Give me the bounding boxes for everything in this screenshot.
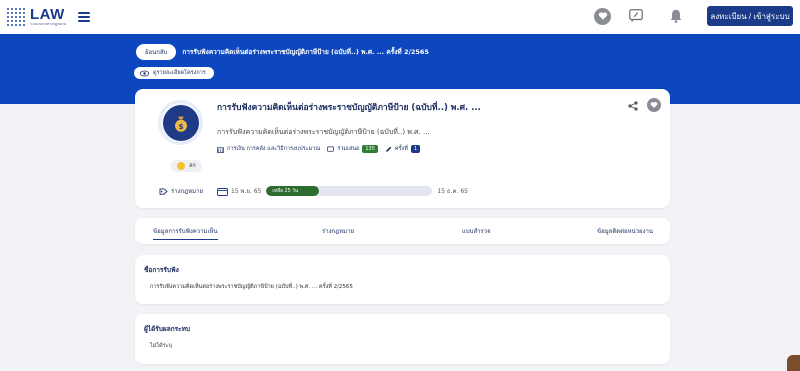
round-number-badge: 1 — [410, 145, 421, 153]
logo-text: LAW — [30, 6, 65, 24]
project-detail-button[interactable]: ดูรายละเอียดโครงการ — [134, 67, 214, 79]
round-item: ครั้งที่ 1 — [385, 145, 421, 153]
breadcrumb-title: การรับฟังความคิดเห็นต่อร่างพระราชบัญญัติ… — [182, 48, 429, 56]
site-logo[interactable]: LAW ระบบกลางทางกฎหมาย — [6, 7, 66, 27]
hearing-name-value: การรับฟังความคิดเห็นต่อร่างพระราชบัญญัติ… — [150, 284, 353, 290]
chat-avatar-icon[interactable] — [787, 355, 800, 371]
project-description: การรับฟังความคิดเห็นต่อร่างพระราชบัญญัติ… — [217, 128, 430, 136]
tag-icon — [159, 187, 168, 195]
draft-law-link[interactable]: ร่างกฎหมาย — [159, 186, 203, 196]
smile-icon — [177, 162, 185, 170]
eye-icon — [140, 70, 149, 76]
comments-item: ร่วมเสนอ 135 — [327, 145, 378, 153]
logo-dots-icon — [6, 7, 26, 27]
bell-icon[interactable] — [667, 7, 685, 25]
comments-count-badge: 135 — [362, 145, 378, 153]
hearing-name-section: ชื่อการรับฟัง การรับฟังความคิดเห็นต่อร่า… — [135, 255, 670, 304]
hearing-name-heading: ชื่อการรับฟัง — [144, 266, 179, 274]
affected-party-section: ผู้ได้รับผลกระทบ ไม่ได้ระบุ — [135, 314, 670, 364]
category-badge: $ — [158, 100, 203, 145]
top-navbar: LAW ระบบกลางทางกฎหมาย ลงทะเบียน / เข้าสู… — [0, 0, 800, 34]
progress-bar: เหลือ 25 วัน — [266, 186, 433, 196]
project-title[interactable]: การรับฟังความคิดเห็นต่อร่างพระราชบัญญัติ… — [217, 100, 481, 114]
heart-icon[interactable] — [594, 7, 611, 25]
end-date: 15 ธ.ค. 65 — [437, 188, 468, 195]
pen-icon — [385, 146, 392, 152]
project-detail-label: ดูรายละเอียดโครงการ — [153, 70, 206, 76]
like-button[interactable]: ลก — [171, 160, 202, 172]
draft-law-label: ร่างกฎหมาย — [171, 188, 203, 195]
tab-draft-law[interactable]: ร่างกฎหมาย — [322, 226, 354, 236]
menu-icon[interactable] — [78, 12, 91, 22]
progress-label: เหลือ 25 วัน — [272, 189, 299, 194]
affected-party-heading: ผู้ได้รับผลกระทบ — [144, 325, 191, 333]
comment-icon — [327, 146, 335, 152]
comments-label: ร่วมเสนอ — [337, 146, 360, 152]
category-item: การเงิน การคลัง และวิธีการงบประมาณ — [217, 145, 320, 153]
start-date: 15 พ.ย. 65 — [231, 188, 262, 195]
svg-text:$: $ — [178, 121, 183, 130]
share-icon[interactable] — [628, 101, 638, 111]
tab-agency-contact[interactable]: ข้อมูลติดต่อหน่วยงาน — [597, 226, 653, 236]
building-icon — [217, 146, 224, 153]
feedback-icon[interactable] — [627, 7, 645, 25]
tab-bar: ข้อมูลการรับฟังความเห็น ร่างกฎหมาย แบบสำ… — [135, 218, 670, 244]
money-bag-icon: $ — [162, 104, 199, 141]
project-meta: การเงิน การคลัง และวิธีการงบประมาณ ร่วมเ… — [217, 145, 427, 153]
progress-fill: เหลือ 25 วัน — [266, 186, 320, 196]
category-label: การเงิน การคลัง และวิธีการงบประมาณ — [227, 146, 321, 152]
like-label: ลก — [189, 163, 196, 169]
breadcrumb: ย้อนกลับ การรับฟังความคิดเห็นต่อร่างพระร… — [136, 44, 429, 60]
back-button[interactable]: ย้อนกลับ — [136, 44, 177, 60]
logo-subtitle: ระบบกลางทางกฎหมาย — [30, 22, 67, 27]
round-label: ครั้งที่ — [394, 146, 408, 152]
calendar-icon — [217, 187, 228, 196]
tab-survey[interactable]: แบบสำรวจ — [462, 226, 491, 236]
timeline-row: 15 พ.ย. 65 เหลือ 25 วัน 15 ธ.ค. 65 — [217, 186, 468, 196]
favorite-icon[interactable] — [647, 98, 661, 112]
project-card: $ ลก ร่างกฎหมาย การรับฟังความคิดเห็นต่อร… — [135, 89, 670, 208]
affected-party-value: ไม่ได้ระบุ — [150, 343, 173, 349]
tab-hearing-info[interactable]: ข้อมูลการรับฟังความเห็น — [153, 226, 218, 240]
register-login-button[interactable]: ลงทะเบียน / เข้าสู่ระบบ — [707, 6, 793, 26]
